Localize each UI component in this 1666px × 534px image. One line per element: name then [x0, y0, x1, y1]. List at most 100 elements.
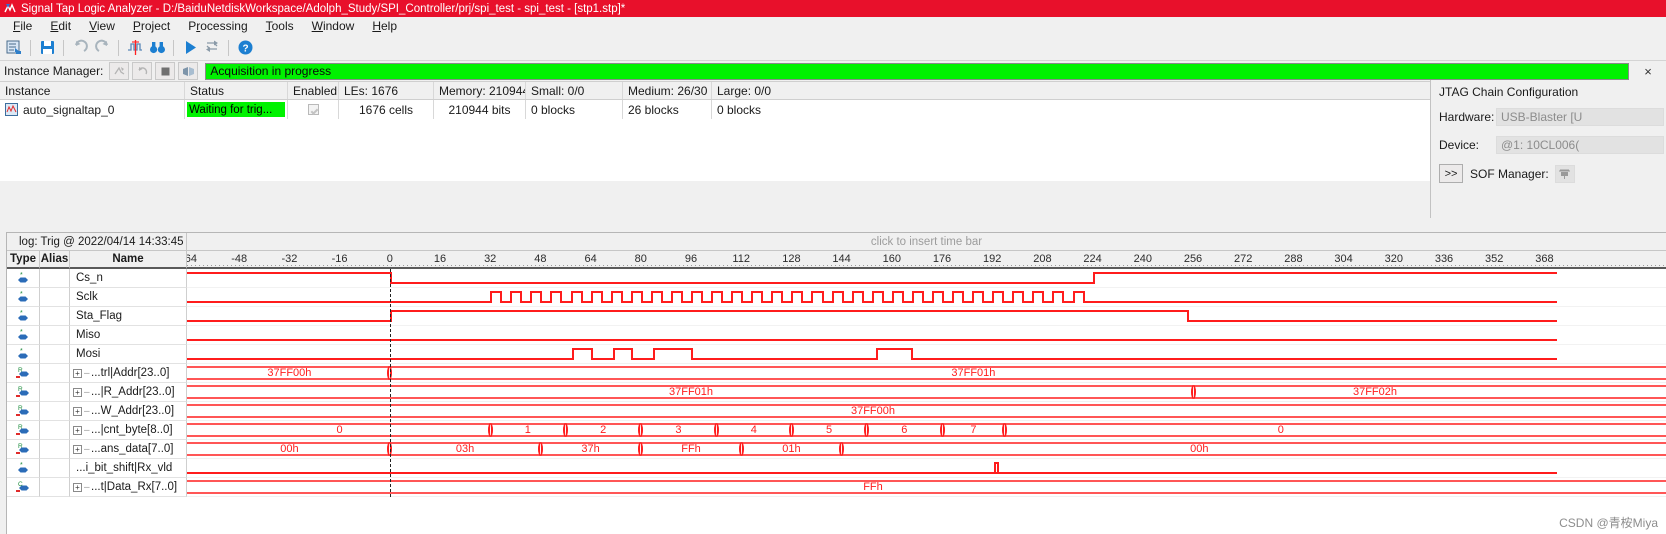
- waveform-cell[interactable]: 37FF00h: [187, 402, 1666, 421]
- signal-row[interactable]: C + – ...t|Data_Rx[7..0] FFh: [7, 478, 1666, 497]
- waveform-cell[interactable]: [187, 326, 1666, 345]
- col-name[interactable]: Name: [70, 251, 187, 269]
- signal-row[interactable]: R + – ...W_Addr[23..0] 37FF00h: [7, 402, 1666, 421]
- bus-rail-bottom: [187, 435, 1666, 437]
- waveform-cell[interactable]: 0 1 2 3 4 5 6 7 0: [187, 421, 1666, 440]
- run-icon[interactable]: [109, 62, 130, 80]
- expand-plus-icon[interactable]: +: [73, 387, 82, 397]
- signal-name-cell[interactable]: + – ...ans_data[7..0]: [70, 440, 187, 459]
- signal-row[interactable]: R + – ...|R_Addr[23..0] 37FF01h 37FF02h: [7, 383, 1666, 402]
- signal-alias[interactable]: [40, 459, 70, 478]
- signal-name-cell[interactable]: Miso: [70, 326, 187, 345]
- signal-row[interactable]: R + – ...ans_data[7..0] 00h 03h 37h FFh 01h 00h: [7, 440, 1666, 459]
- expand-plus-icon[interactable]: +: [73, 368, 82, 378]
- menu-tools[interactable]: Tools: [257, 18, 303, 34]
- stop-icon[interactable]: [155, 62, 176, 80]
- read-data-icon[interactable]: [178, 62, 199, 80]
- signal-name-cell[interactable]: + – ...|cnt_byte[8..0]: [70, 421, 187, 440]
- col-status[interactable]: Status: [185, 82, 288, 99]
- signal-alias[interactable]: [40, 269, 70, 288]
- autorun-icon[interactable]: [132, 62, 153, 80]
- waveform-cell[interactable]: 37FF01h 37FF02h: [187, 383, 1666, 402]
- signal-alias[interactable]: [40, 326, 70, 345]
- col-large[interactable]: Large: 0/0: [712, 82, 812, 99]
- waveform-cell[interactable]: [187, 288, 1666, 307]
- signal-alias[interactable]: [40, 383, 70, 402]
- redo-icon[interactable]: [92, 38, 112, 58]
- cut-waveform-icon[interactable]: [125, 38, 145, 58]
- save-icon[interactable]: [37, 38, 57, 58]
- signal-row[interactable]: * Sclk: [7, 288, 1666, 307]
- signal-row[interactable]: * ...i_bit_shift|Rx_vld: [7, 459, 1666, 478]
- col-les[interactable]: LEs: 1676: [339, 82, 434, 99]
- col-instance[interactable]: Instance: [0, 82, 185, 99]
- help-icon[interactable]: ?: [235, 38, 255, 58]
- new-stp-icon[interactable]: [4, 38, 24, 58]
- insert-time-bar-hint[interactable]: click to insert time bar: [187, 233, 1666, 251]
- col-type[interactable]: Type: [7, 251, 40, 269]
- enabled-checkbox[interactable]: [307, 104, 319, 115]
- menu-file[interactable]: File: [4, 18, 41, 34]
- signal-alias[interactable]: [40, 421, 70, 440]
- expand-plus-icon[interactable]: +: [73, 406, 82, 416]
- signal-row[interactable]: * Sta_Flag: [7, 307, 1666, 326]
- signal-name-cell[interactable]: ...i_bit_shift|Rx_vld: [70, 459, 187, 478]
- signal-name-cell[interactable]: + – ...W_Addr[23..0]: [70, 402, 187, 421]
- signal-name-cell[interactable]: Cs_n: [70, 269, 187, 288]
- enabled-cell[interactable]: [288, 100, 339, 119]
- col-medium[interactable]: Medium: 26/30: [623, 82, 712, 99]
- waveform-cell[interactable]: [187, 269, 1666, 288]
- run-analysis-icon[interactable]: [180, 38, 200, 58]
- menu-help[interactable]: Help: [363, 18, 406, 34]
- sof-chip-icon[interactable]: [1554, 164, 1575, 183]
- waveform-cell[interactable]: [187, 459, 1666, 478]
- expand-plus-icon[interactable]: +: [73, 482, 82, 492]
- expand-jtag-button[interactable]: >>: [1439, 164, 1463, 183]
- log-trig-label[interactable]: log: Trig @ 2022/04/14 14:33:45: [7, 233, 187, 251]
- waveform-cell[interactable]: [187, 307, 1666, 326]
- signal-row[interactable]: R + – ...|cnt_byte[8..0] 0 1 2 3 4 5 6 7 0: [7, 421, 1666, 440]
- table-row[interactable]: auto_signaltap_0 Waiting for trig... 167…: [0, 100, 1666, 119]
- menu-edit[interactable]: Edit: [41, 18, 80, 34]
- close-icon[interactable]: ×: [1632, 62, 1664, 80]
- waveform-cell[interactable]: [187, 345, 1666, 364]
- time-ruler[interactable]: -64 -48 -32 -16 0 16 32 48 64 80 96 112 128 144 160 176…: [187, 251, 1666, 269]
- menu-project[interactable]: Project: [124, 18, 179, 34]
- signal-name-cell[interactable]: Mosi: [70, 345, 187, 364]
- signal-name-cell[interactable]: Sclk: [70, 288, 187, 307]
- expand-plus-icon[interactable]: +: [73, 425, 82, 435]
- hardware-select[interactable]: USB-Blaster [U: [1496, 108, 1664, 126]
- signal-row[interactable]: * Miso: [7, 326, 1666, 345]
- signal-row[interactable]: * Mosi: [7, 345, 1666, 364]
- signal-name-cell[interactable]: + – ...trl|Addr[23..0]: [70, 364, 187, 383]
- signal-alias[interactable]: [40, 440, 70, 459]
- col-enabled[interactable]: Enabled: [288, 82, 339, 99]
- menu-window[interactable]: Window: [303, 18, 364, 34]
- signal-alias[interactable]: [40, 288, 70, 307]
- device-select[interactable]: @1: 10CL006(: [1496, 136, 1664, 154]
- menu-processing[interactable]: Processing: [179, 18, 256, 34]
- trigger-time-bar[interactable]: [389, 269, 391, 497]
- signal-name-cell[interactable]: + – ...t|Data_Rx[7..0]: [70, 478, 187, 497]
- instance-cell[interactable]: auto_signaltap_0: [0, 100, 185, 119]
- col-small[interactable]: Small: 0/0: [526, 82, 623, 99]
- undo-icon[interactable]: [70, 38, 90, 58]
- expand-plus-icon[interactable]: +: [73, 444, 82, 454]
- signal-alias[interactable]: [40, 307, 70, 326]
- recompile-icon[interactable]: [202, 38, 222, 58]
- menu-view[interactable]: View: [80, 18, 124, 34]
- waveform-cell[interactable]: FFh: [187, 478, 1666, 497]
- signal-name-cell[interactable]: + – ...|R_Addr[23..0]: [70, 383, 187, 402]
- find-binoculars-icon[interactable]: [147, 38, 167, 58]
- waveform-cell[interactable]: 37FF00h 37FF01h: [187, 364, 1666, 383]
- signal-alias[interactable]: [40, 478, 70, 497]
- signal-name-cell[interactable]: Sta_Flag: [70, 307, 187, 326]
- signal-alias[interactable]: [40, 364, 70, 383]
- signal-row[interactable]: R + – ...trl|Addr[23..0] 37FF00h 37FF01h: [7, 364, 1666, 383]
- col-memory[interactable]: Memory: 210944: [434, 82, 526, 99]
- col-alias[interactable]: Alias: [40, 251, 70, 269]
- signal-alias[interactable]: [40, 402, 70, 421]
- signal-alias[interactable]: [40, 345, 70, 364]
- signal-row[interactable]: * Cs_n: [7, 269, 1666, 288]
- waveform-cell[interactable]: 00h 03h 37h FFh 01h 00h: [187, 440, 1666, 459]
